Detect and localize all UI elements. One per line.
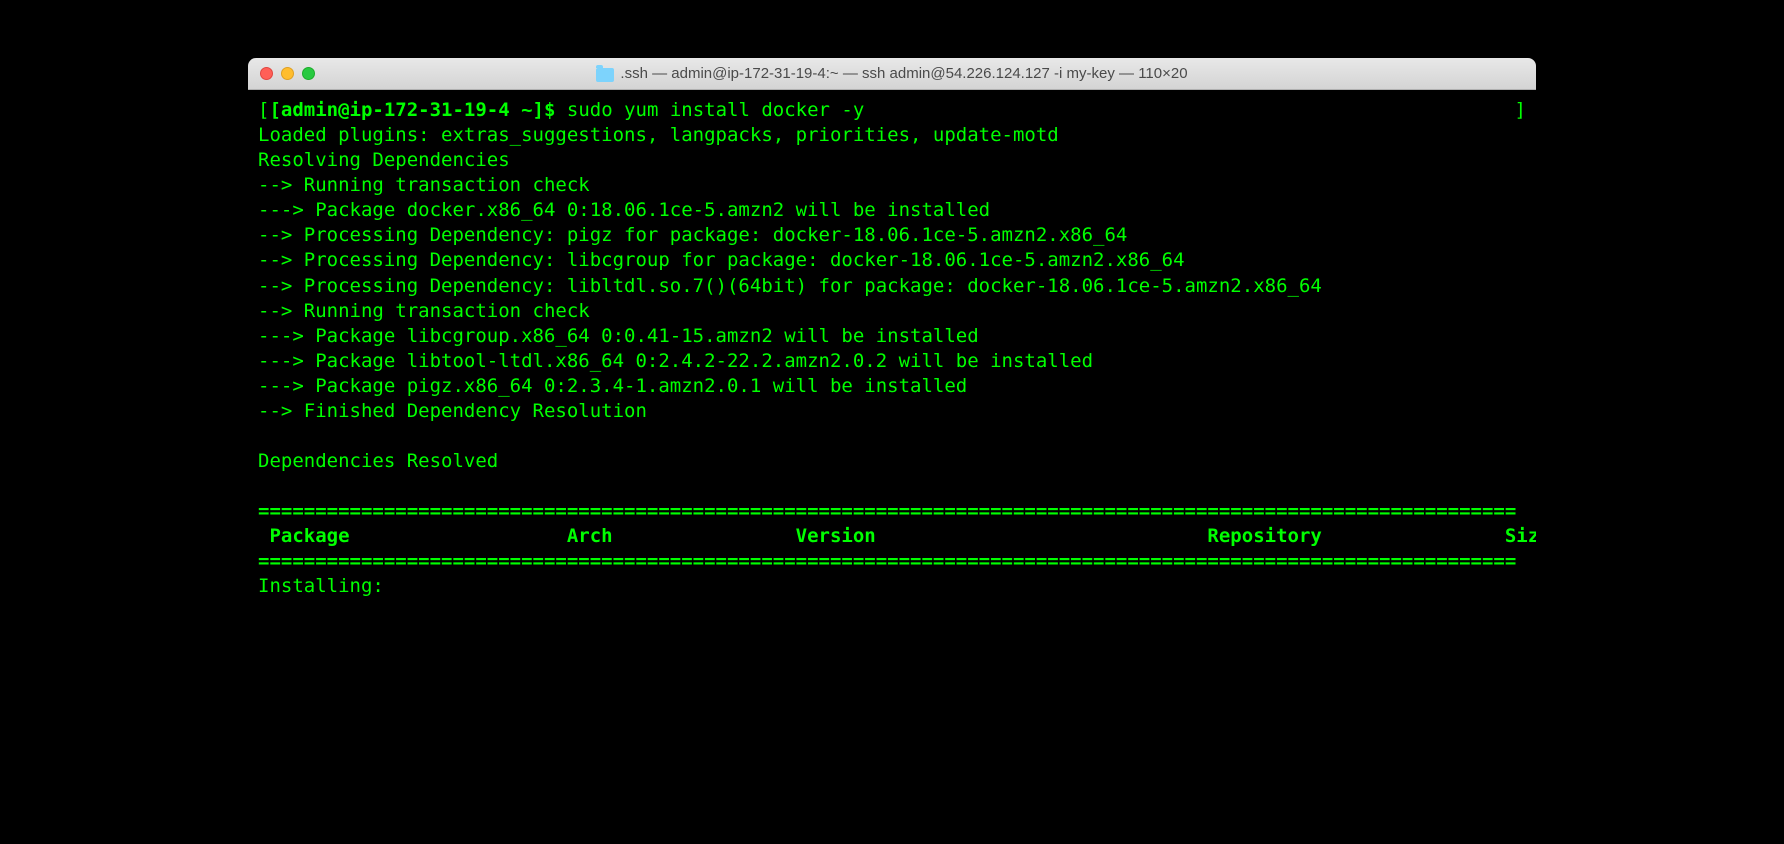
table-header: Package Arch Version Repository Size	[258, 524, 1526, 549]
window-title: .ssh — admin@ip-172-31-19-4:~ — ssh admi…	[248, 65, 1536, 82]
terminal-window: .ssh — admin@ip-172-31-19-4:~ — ssh admi…	[248, 58, 1536, 614]
output-line: --> Processing Dependency: pigz for pack…	[258, 223, 1526, 248]
terminal-output[interactable]: [[admin@ip-172-31-19-4 ~]$ sudo yum inst…	[248, 90, 1536, 614]
prompt-line: [[admin@ip-172-31-19-4 ~]$ sudo yum inst…	[258, 98, 1526, 123]
window-titlebar: .ssh — admin@ip-172-31-19-4:~ — ssh admi…	[248, 58, 1536, 90]
folder-icon	[596, 68, 614, 82]
command-input: sudo yum install docker -y	[567, 98, 864, 123]
output-resolved: Dependencies Resolved	[258, 449, 1526, 474]
output-blank	[258, 474, 1526, 499]
output-line: --> Processing Dependency: libcgroup for…	[258, 248, 1526, 273]
output-line: --> Running transaction check	[258, 173, 1526, 198]
output-line: ---> Package libtool-ltdl.x86_64 0:2.4.2…	[258, 349, 1526, 374]
output-line: ---> Package pigz.x86_64 0:2.3.4-1.amzn2…	[258, 374, 1526, 399]
output-line: ---> Package libcgroup.x86_64 0:0.41-15.…	[258, 324, 1526, 349]
output-line: Loaded plugins: extras_suggestions, lang…	[258, 123, 1526, 148]
minimize-button[interactable]	[281, 67, 294, 80]
output-line: --> Running transaction check	[258, 299, 1526, 324]
output-separator: ========================================…	[258, 549, 1526, 574]
prompt-user-host: [admin@ip-172-31-19-4 ~]$	[269, 98, 566, 123]
output-separator: ========================================…	[258, 499, 1526, 524]
prompt-close-bracket: ]	[1515, 98, 1526, 123]
close-button[interactable]	[260, 67, 273, 80]
output-installing: Installing:	[258, 574, 1526, 599]
output-line: Resolving Dependencies	[258, 148, 1526, 173]
window-title-text: .ssh — admin@ip-172-31-19-4:~ — ssh admi…	[620, 65, 1187, 82]
output-blank	[258, 424, 1526, 449]
prompt-open-bracket: [	[258, 98, 269, 123]
output-line: --> Processing Dependency: libltdl.so.7(…	[258, 274, 1526, 299]
output-line: --> Finished Dependency Resolution	[258, 399, 1526, 424]
traffic-lights	[260, 67, 315, 80]
output-line: ---> Package docker.x86_64 0:18.06.1ce-5…	[258, 198, 1526, 223]
maximize-button[interactable]	[302, 67, 315, 80]
